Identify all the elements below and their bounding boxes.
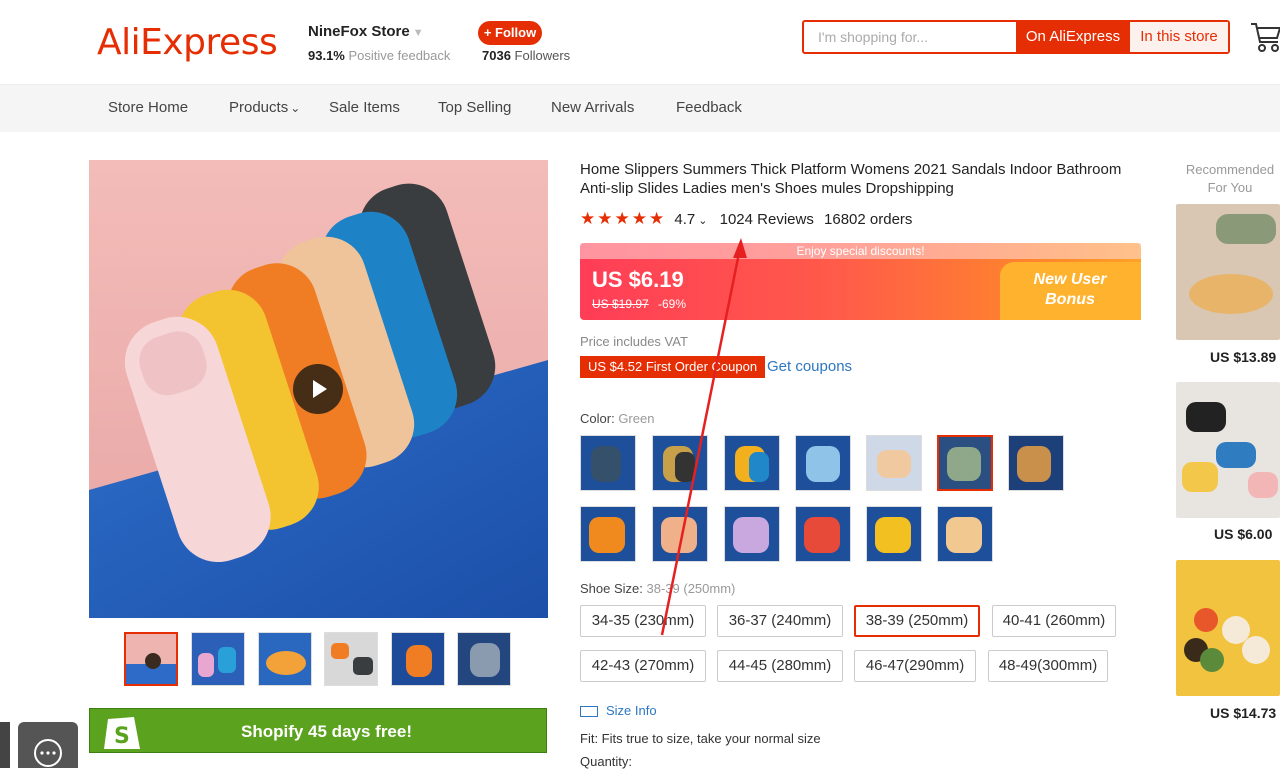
rating-row: ★★★★★ 4.7 ⌄ 1024 Reviews 16802 orders	[580, 209, 912, 229]
size-info-text[interactable]: Size Info	[606, 703, 657, 718]
cart-icon[interactable]	[1250, 18, 1280, 54]
color-swatch[interactable]	[652, 506, 708, 562]
chat-button[interactable]	[18, 722, 78, 768]
aliexpress-logo[interactable]: AliExpress	[97, 22, 278, 63]
bonus-line-1[interactable]: New User	[1010, 270, 1130, 290]
store-name[interactable]: NineFox Store ▼	[308, 23, 424, 40]
store-feedback: 93.1% Positive feedback	[308, 48, 450, 63]
get-coupons-link[interactable]: Get coupons	[767, 358, 852, 375]
size-option[interactable]: 46-47(290mm)	[854, 650, 976, 682]
shoe-size-value: 38-39 (250mm)	[646, 581, 736, 596]
color-swatch[interactable]	[1008, 435, 1064, 491]
nav-new-arrivals[interactable]: New Arrivals	[551, 99, 634, 116]
recommended-item-image[interactable]	[1176, 382, 1280, 518]
size-option[interactable]: 42-43 (270mm)	[580, 650, 706, 682]
chevron-down-icon[interactable]: ⌄	[698, 215, 707, 227]
chat-icon	[34, 739, 62, 767]
thumbnail-6[interactable]	[457, 632, 511, 686]
search-input[interactable]	[804, 22, 1016, 52]
color-swatch[interactable]	[866, 506, 922, 562]
color-label-text: Color:	[580, 411, 615, 426]
color-swatch[interactable]	[580, 435, 636, 491]
chevron-down-icon[interactable]: ▼	[413, 27, 424, 39]
color-value: Green	[618, 411, 655, 426]
size-option[interactable]: 48-49(300mm)	[988, 650, 1108, 682]
size-option-selected[interactable]: 38-39 (250mm)	[854, 605, 980, 637]
search-on-aliexpress-button[interactable]: On AliExpress	[1016, 22, 1130, 52]
play-icon	[313, 380, 327, 398]
quantity-label: Quantity:	[580, 754, 633, 769]
recommended-price[interactable]: US $6.00	[1214, 526, 1272, 542]
thumbnail-5[interactable]	[391, 632, 445, 686]
follow-button[interactable]: + Follow	[478, 21, 542, 45]
shoe-size-label: Shoe Size: 38-39 (250mm)	[580, 581, 735, 596]
store-name-text[interactable]: NineFox Store	[308, 23, 410, 40]
side-tab[interactable]	[0, 722, 10, 768]
color-swatch[interactable]	[652, 435, 708, 491]
svg-text:S: S	[114, 724, 130, 749]
color-swatch[interactable]	[795, 506, 851, 562]
size-info-link[interactable]: Size Info	[580, 703, 657, 718]
shopify-bag-icon: S	[104, 717, 140, 749]
thumbnail-1[interactable]	[124, 632, 178, 686]
color-swatch[interactable]	[937, 506, 993, 562]
nav-store-home[interactable]: Store Home	[108, 99, 188, 116]
color-label: Color: Green	[580, 411, 654, 426]
play-video-button[interactable]	[293, 364, 343, 414]
current-price: US $6.19	[592, 267, 684, 292]
new-user-bonus-text[interactable]: New User Bonus	[1010, 270, 1130, 310]
size-option[interactable]: 44-45 (280mm)	[717, 650, 843, 682]
shopify-banner-text[interactable]: Shopify 45 days free!	[241, 722, 412, 742]
fit-note: Fit: Fits true to size, take your normal…	[580, 731, 821, 746]
orders-count: 16802 orders	[824, 211, 913, 228]
recommended-title: Recommended For You	[1185, 162, 1275, 195]
store-nav-bar	[0, 85, 1280, 132]
reviews-link[interactable]: 1024 Reviews	[720, 211, 814, 228]
original-price: US $19.97	[592, 297, 649, 311]
color-swatch-selected[interactable]	[937, 435, 993, 491]
color-swatch[interactable]	[795, 435, 851, 491]
color-swatch[interactable]	[580, 506, 636, 562]
recommended-price[interactable]: US $13.89	[1210, 349, 1276, 365]
rating-stars: ★★★★★	[580, 209, 667, 228]
recommended-price[interactable]: US $14.73	[1210, 705, 1276, 721]
followers-count: 7036	[482, 48, 511, 63]
positive-feedback-label: Positive feedback	[348, 48, 451, 63]
chevron-down-icon[interactable]: ⌄	[290, 101, 300, 115]
thumbnail-4[interactable]	[324, 632, 378, 686]
ruler-icon[interactable]	[580, 706, 598, 718]
shoe-size-label-text: Shoe Size:	[580, 581, 643, 596]
color-swatch[interactable]	[866, 435, 922, 491]
recommended-item-image[interactable]	[1176, 560, 1280, 696]
color-swatch[interactable]	[724, 506, 780, 562]
positive-feedback-pct: 93.1%	[308, 48, 345, 63]
first-order-coupon[interactable]: US $4.52 First Order Coupon	[580, 356, 766, 378]
color-swatch[interactable]	[724, 435, 780, 491]
followers-label: Followers	[514, 48, 571, 63]
product-title: Home Slippers Summers Thick Platform Wom…	[580, 161, 1122, 197]
nav-feedback[interactable]: Feedback	[676, 99, 742, 116]
discount-percent: -69%	[658, 297, 687, 311]
followers: 7036 Followers	[482, 48, 570, 63]
nav-top-selling[interactable]: Top Selling	[438, 99, 511, 116]
thumbnail-3[interactable]	[258, 632, 312, 686]
search-in-store-button[interactable]: In this store	[1130, 22, 1228, 52]
recommended-item-image[interactable]	[1176, 204, 1280, 340]
size-option[interactable]: 40-41 (260mm)	[992, 605, 1116, 637]
size-option[interactable]: 34-35 (230mm)	[580, 605, 706, 637]
promo-text: Enjoy special discounts!	[796, 244, 925, 258]
bonus-line-2[interactable]: Bonus	[1010, 290, 1130, 310]
nav-products[interactable]: Products ⌄	[229, 99, 300, 116]
size-option[interactable]: 36-37 (240mm)	[717, 605, 843, 637]
nav-products-label[interactable]: Products	[229, 99, 288, 116]
thumbnail-2[interactable]	[191, 632, 245, 686]
vat-note: Price includes VAT	[580, 334, 688, 349]
rating-value[interactable]: 4.7	[674, 211, 695, 228]
nav-sale-items[interactable]: Sale Items	[329, 99, 400, 116]
